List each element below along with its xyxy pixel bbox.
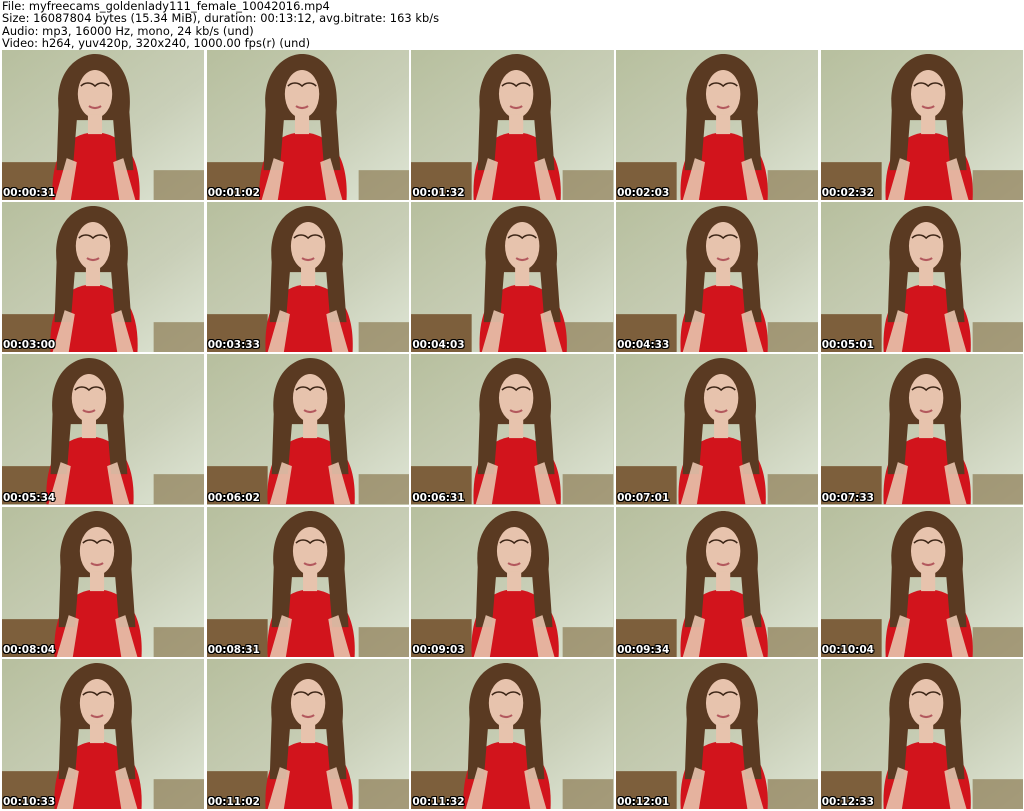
thumbnail-timestamp: 00:05:01 [821, 339, 874, 352]
thumbnail-timestamp: 00:01:32 [412, 187, 465, 200]
thumbnail-timestamp: 00:04:03 [412, 339, 465, 352]
thumbnail-timestamp: 00:07:01 [617, 491, 670, 504]
video-thumbnail: 00:11:02 [206, 658, 409, 809]
thumbnail-timestamp: 00:06:02 [207, 491, 260, 504]
video-thumbnail: 00:04:03 [411, 202, 614, 353]
webcam-frame-image [820, 202, 1023, 353]
video-thumbnail: 00:11:32 [411, 658, 614, 809]
thumbnail-timestamp: 00:01:02 [207, 187, 260, 200]
thumbnail-timestamp: 00:11:02 [207, 795, 260, 808]
video-thumbnail: 00:02:32 [820, 50, 1023, 201]
video-thumbnail: 00:05:34 [2, 354, 205, 505]
video-thumbnail: 00:12:01 [616, 658, 819, 809]
thumbnail-timestamp: 00:00:31 [3, 187, 56, 200]
thumbnail-timestamp: 00:10:33 [3, 795, 56, 808]
video-thumbnail: 00:03:33 [206, 202, 409, 353]
webcam-frame-image [2, 202, 205, 353]
video-thumbnail: 00:10:04 [820, 506, 1023, 657]
thumbnail-timestamp: 00:12:01 [617, 795, 670, 808]
webcam-frame-image [2, 506, 205, 657]
thumbnail-timestamp: 00:11:32 [412, 795, 465, 808]
thumbnail-timestamp: 00:09:34 [617, 643, 670, 656]
video-thumbnail: 00:07:33 [820, 354, 1023, 505]
file-info-header: File: myfreecams_goldenlady111_female_10… [0, 0, 1024, 50]
thumbnail-timestamp: 00:12:33 [821, 795, 874, 808]
thumbnail-timestamp: 00:08:31 [207, 643, 260, 656]
thumbnail-timestamp: 00:03:00 [3, 339, 56, 352]
webcam-frame-image [206, 354, 409, 505]
video-thumbnail: 00:05:01 [820, 202, 1023, 353]
webcam-frame-image [206, 506, 409, 657]
thumbnail-timestamp: 00:02:32 [821, 187, 874, 200]
thumbnail-timestamp: 00:10:04 [821, 643, 874, 656]
webcam-frame-image [2, 50, 205, 201]
video-thumbnail: 00:08:04 [2, 506, 205, 657]
webcam-frame-image [206, 658, 409, 809]
webcam-frame-image [616, 50, 819, 201]
video-thumbnail: 00:08:31 [206, 506, 409, 657]
video-thumbnail: 00:03:00 [2, 202, 205, 353]
video-thumbnail: 00:09:03 [411, 506, 614, 657]
webcam-frame-image [411, 658, 614, 809]
webcam-frame-image [616, 506, 819, 657]
thumbnail-timestamp: 00:06:31 [412, 491, 465, 504]
thumbnail-timestamp: 00:02:03 [617, 187, 670, 200]
webcam-frame-image [206, 202, 409, 353]
webcam-frame-image [411, 506, 614, 657]
webcam-frame-image [616, 202, 819, 353]
thumbnail-timestamp: 00:07:33 [821, 491, 874, 504]
video-thumbnail: 00:06:02 [206, 354, 409, 505]
thumbnail-timestamp: 00:09:03 [412, 643, 465, 656]
webcam-frame-image [411, 50, 614, 201]
video-thumbnail: 00:01:02 [206, 50, 409, 201]
webcam-frame-image [616, 658, 819, 809]
video-thumbnail: 00:07:01 [616, 354, 819, 505]
video-thumbnail: 00:02:03 [616, 50, 819, 201]
webcam-frame-image [411, 354, 614, 505]
webcam-frame-image [820, 354, 1023, 505]
webcam-frame-image [616, 354, 819, 505]
webcam-frame-image [820, 658, 1023, 809]
thumbnail-timestamp: 00:05:34 [3, 491, 56, 504]
webcam-frame-image [411, 202, 614, 353]
video-thumbnail: 00:00:31 [2, 50, 205, 201]
thumbnail-timestamp: 00:04:33 [617, 339, 670, 352]
video-thumbnail: 00:01:32 [411, 50, 614, 201]
video-thumbnail: 00:10:33 [2, 658, 205, 809]
webcam-frame-image [2, 658, 205, 809]
thumbnail-timestamp: 00:03:33 [207, 339, 260, 352]
video-thumbnail: 00:04:33 [616, 202, 819, 353]
video-thumbnail: 00:09:34 [616, 506, 819, 657]
webcam-frame-image [2, 354, 205, 505]
video-thumbnail: 00:12:33 [820, 658, 1023, 809]
file-size-line: Size: 16087804 bytes (15.34 MiB), durati… [2, 11, 440, 26]
webcam-frame-image [820, 506, 1023, 657]
webcam-frame-image [206, 50, 409, 201]
thumbnail-grid: 00:00:31 00:01:02 00:01:32 00:02:03 00:02:32… [2, 50, 1023, 811]
thumbnail-timestamp: 00:08:04 [3, 643, 56, 656]
webcam-frame-image [820, 50, 1023, 201]
video-info-line: Video: h264, yuv420p, 320x240, 1000.00 f… [2, 35, 311, 50]
video-thumbnail: 00:06:31 [411, 354, 614, 505]
